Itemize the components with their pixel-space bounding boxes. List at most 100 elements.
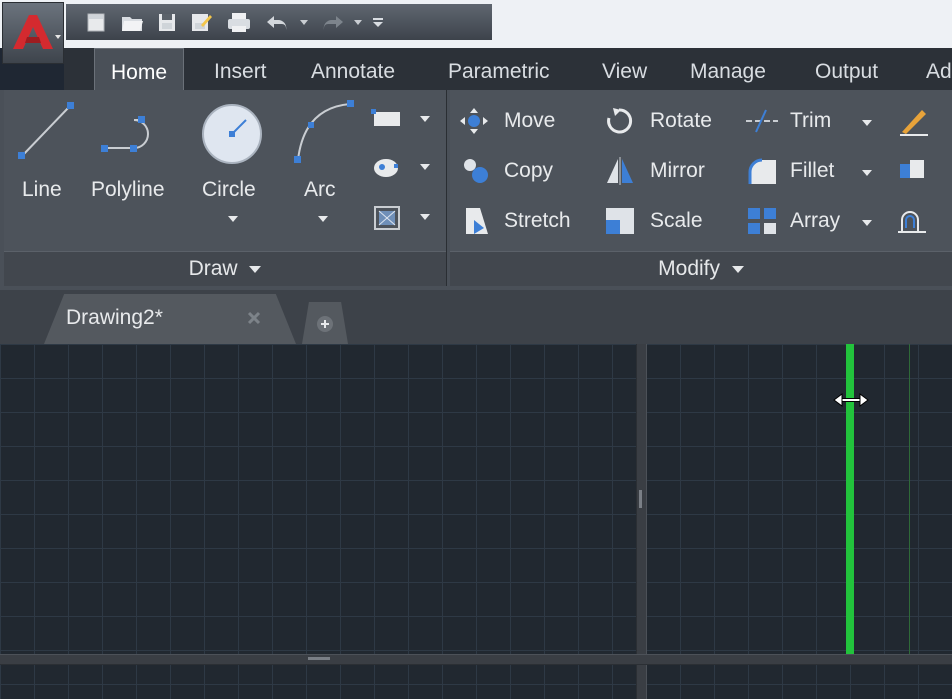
tab-add-ins[interactable]: Ad — [926, 48, 952, 90]
copy-tool-button[interactable]: Copy — [458, 154, 578, 188]
circle-tool-button[interactable]: Circle — [192, 96, 272, 236]
rotate-icon — [607, 108, 633, 134]
undo-icon[interactable] — [262, 4, 294, 40]
horizontal-resize-cursor-icon — [833, 393, 869, 407]
new-icon[interactable] — [82, 4, 110, 40]
move-icon — [460, 108, 488, 134]
fillet-icon — [748, 158, 776, 184]
trim-dropdown-icon[interactable] — [862, 120, 872, 126]
offset-tool-button[interactable] — [896, 204, 936, 238]
arc-icon — [294, 100, 354, 163]
customize-qat-icon[interactable] — [368, 4, 388, 40]
application-menu-button[interactable] — [2, 2, 64, 64]
autocad-logo-icon — [13, 15, 61, 49]
file-tab-drawing2[interactable]: Drawing2* — [44, 294, 296, 344]
viewport-vertical-splitter[interactable] — [636, 344, 647, 699]
array-tool-button[interactable]: Array — [744, 204, 876, 238]
mirror-icon — [607, 157, 633, 185]
polyline-label: Polyline — [91, 178, 165, 201]
viewport-horizontal-splitter[interactable] — [0, 654, 952, 665]
new-file-tab[interactable] — [302, 302, 348, 344]
plus-icon — [317, 316, 333, 332]
redo-dropdown-icon[interactable] — [350, 4, 366, 40]
splitter-grip — [639, 490, 642, 508]
arc-label: Arc — [304, 178, 336, 201]
draw-panel: Line Polyline Circle Arc Draw — [4, 90, 447, 286]
construction-line — [909, 344, 910, 654]
quick-access-toolbar — [66, 4, 492, 40]
draw-panel-footer[interactable]: Draw — [4, 251, 446, 286]
offset-icon — [898, 211, 926, 233]
ribbon: Line Polyline Circle Arc Draw Move Rotat… — [0, 90, 952, 290]
stretch-label: Stretch — [504, 209, 571, 232]
modify-panel-expand-icon — [731, 265, 744, 273]
scale-label: Scale — [650, 209, 703, 232]
array-label: Array — [790, 209, 841, 232]
line-label: Line — [22, 178, 62, 201]
save-icon[interactable] — [154, 4, 180, 40]
circle-dropdown-icon[interactable] — [228, 216, 238, 222]
ribbon-tab-bar: Home Insert Annotate Parametric View Man… — [64, 48, 952, 90]
stretch-tool-button[interactable]: Stretch — [458, 204, 588, 238]
scale-tool-button[interactable]: Scale — [602, 204, 726, 238]
erase-tool-button[interactable] — [896, 104, 936, 138]
erase-icon — [900, 110, 928, 136]
rotate-tool-button[interactable]: Rotate — [602, 104, 726, 138]
tab-manage[interactable]: Manage — [690, 48, 766, 90]
fillet-dropdown-icon[interactable] — [862, 170, 872, 176]
circle-label: Circle — [202, 178, 256, 201]
array-dropdown-icon[interactable] — [862, 220, 872, 226]
mirror-label: Mirror — [650, 159, 705, 182]
explode-tool-button[interactable] — [896, 154, 936, 188]
modify-panel-title: Modify — [658, 257, 720, 280]
move-tool-button[interactable]: Move — [458, 104, 578, 138]
array-icon — [748, 208, 776, 234]
boundary-tool-button[interactable] — [370, 202, 438, 236]
copy-label: Copy — [504, 159, 554, 182]
polyline-icon — [101, 116, 149, 152]
line-icon — [18, 102, 74, 159]
polyline-tool-button[interactable]: Polyline — [88, 96, 178, 216]
tab-output[interactable]: Output — [815, 48, 878, 90]
trim-icon — [746, 109, 778, 133]
open-icon[interactable] — [118, 4, 146, 40]
draw-panel-expand-icon — [249, 265, 262, 273]
tab-home[interactable]: Home — [94, 48, 184, 90]
tab-view[interactable]: View — [602, 48, 647, 90]
trim-label: Trim — [790, 109, 832, 132]
mirror-tool-button[interactable]: Mirror — [602, 154, 726, 188]
stretch-icon — [466, 208, 488, 234]
draw-panel-title: Draw — [188, 257, 238, 280]
circle-icon — [202, 104, 262, 164]
undo-dropdown-icon[interactable] — [296, 4, 312, 40]
hatch-dropdown-icon[interactable] — [420, 164, 430, 170]
hatch-icon — [374, 159, 398, 177]
fillet-label: Fillet — [790, 159, 835, 182]
rectangle-dropdown-icon[interactable] — [420, 116, 430, 122]
move-label: Move — [504, 109, 556, 132]
hatch-tool-button[interactable] — [370, 154, 438, 184]
boundary-icon — [374, 206, 400, 230]
modify-panel: Move Rotate Trim Copy Mirror Fillet Stre… — [450, 90, 952, 286]
redo-icon[interactable] — [316, 4, 348, 40]
save-as-icon[interactable] — [186, 4, 216, 40]
copy-icon — [464, 159, 488, 183]
tab-parametric[interactable]: Parametric — [448, 48, 550, 90]
arc-dropdown-icon[interactable] — [318, 216, 328, 222]
scale-icon — [606, 208, 634, 234]
arc-tool-button[interactable]: Arc — [288, 96, 360, 236]
explode-icon — [900, 160, 924, 178]
drawing-canvas[interactable] — [0, 344, 952, 699]
boundary-dropdown-icon[interactable] — [420, 214, 430, 220]
trim-tool-button[interactable]: Trim — [744, 104, 876, 138]
rectangle-tool-button[interactable] — [370, 106, 438, 136]
fillet-tool-button[interactable]: Fillet — [744, 154, 876, 188]
tab-insert[interactable]: Insert — [214, 48, 267, 90]
plot-icon[interactable] — [224, 4, 254, 40]
modify-panel-footer[interactable]: Modify — [450, 251, 952, 286]
tab-annotate[interactable]: Annotate — [311, 48, 395, 90]
close-icon[interactable] — [244, 308, 264, 328]
rotate-label: Rotate — [650, 109, 712, 132]
rectangle-icon — [371, 109, 400, 126]
line-tool-button[interactable]: Line — [10, 96, 80, 216]
